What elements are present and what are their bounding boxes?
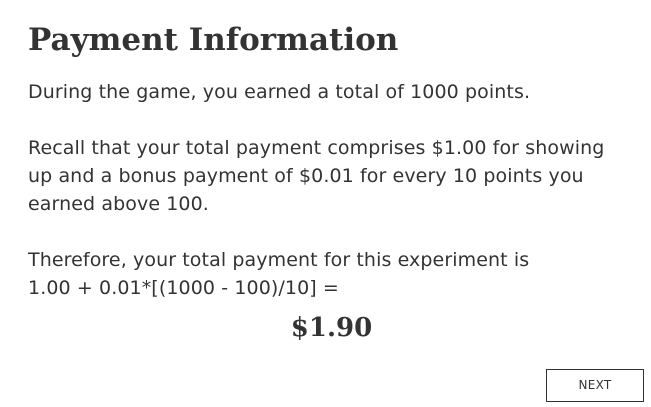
payment-formula: 1.00 + 0.01*[(1000 - 100)/10] = — [28, 277, 339, 299]
payment-explanation-line: Recall that your total payment comprises… — [28, 137, 605, 159]
total-payment-amount: $1.90 — [290, 313, 373, 343]
payment-explanation-line: up and a bonus payment of $0.01 for ever… — [28, 165, 584, 187]
payment-calculation: Therefore, your total payment for this e… — [28, 246, 624, 302]
payment-calculation-intro: Therefore, your total payment for this e… — [28, 249, 530, 271]
points-earned-text: During the game, you earned a total of 1… — [28, 81, 531, 103]
payment-explanation-line: earned above 100. — [28, 193, 209, 215]
next-button[interactable]: NEXT — [546, 369, 644, 402]
page-title: Payment Information — [28, 22, 399, 58]
payment-explanation: Recall that your total payment comprises… — [28, 134, 624, 218]
